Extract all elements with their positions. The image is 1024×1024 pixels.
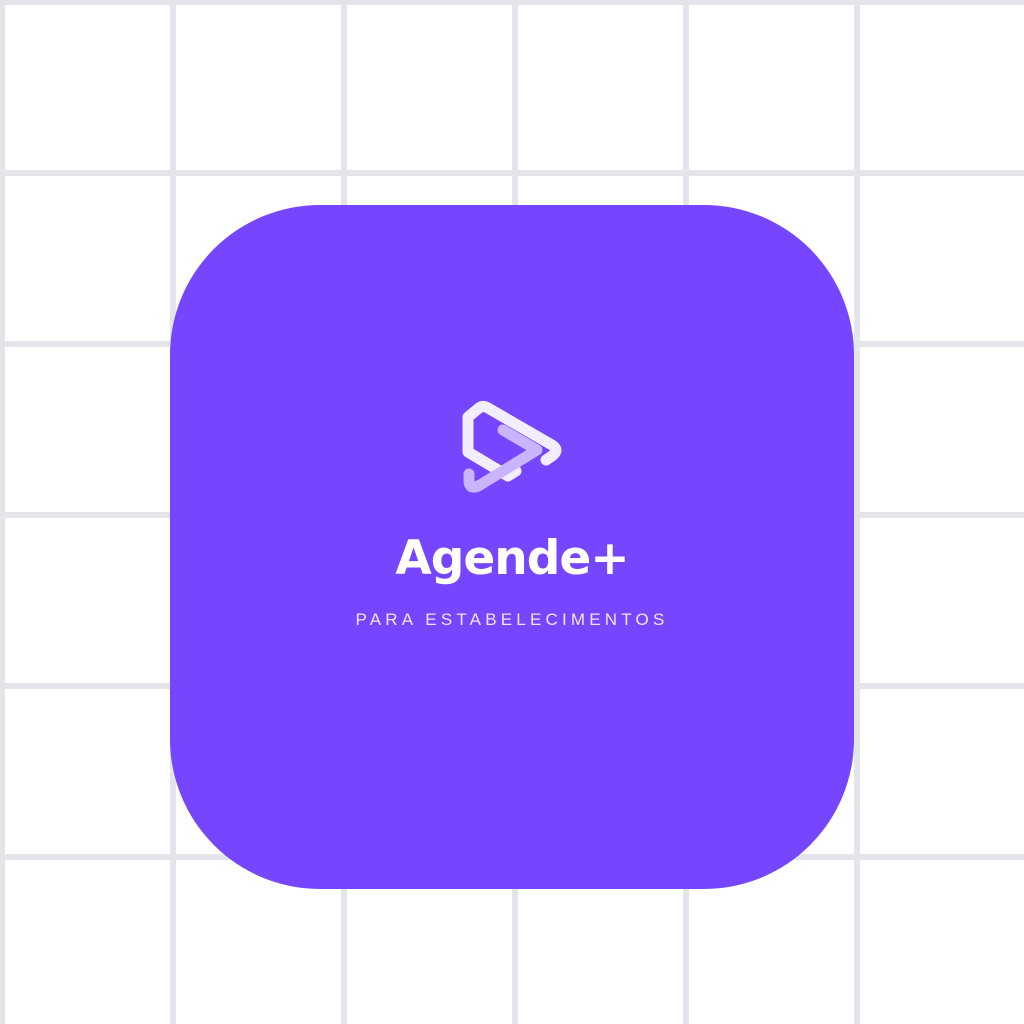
brand-name: Agende+ [395,531,629,586]
app-icon-tile: Agende+ PARA ESTABELECIMENTOS [170,205,854,889]
grid-background: Agende+ PARA ESTABELECIMENTOS [0,0,1024,1024]
brand-tagline: PARA ESTABELECIMENTOS [355,610,669,629]
play-s-logo-icon [462,401,562,493]
